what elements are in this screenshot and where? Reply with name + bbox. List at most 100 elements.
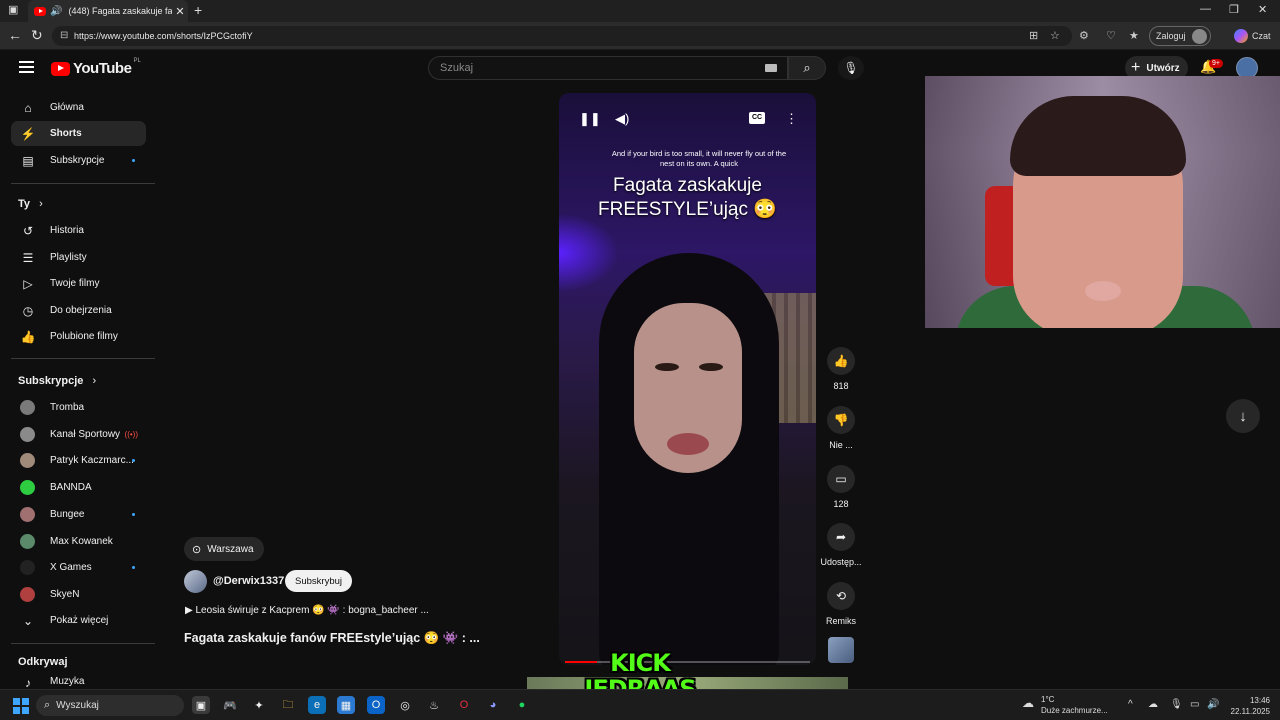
sidebar-item-your-videos[interactable]: ▷ Twoje filmy — [11, 271, 146, 296]
sidebar-item-playlists[interactable]: ☰ Playlisty — [11, 245, 146, 270]
sidebar-item-subscriptions[interactable]: ▤ Subskrypcje — [11, 148, 146, 173]
task-view-icon[interactable]: ▣ — [192, 696, 210, 714]
browser-tab[interactable]: 🔊 (448) Fagata zaskakuje fanó ✕ — [28, 0, 188, 22]
weather-widget[interactable]: ☁ 1°C Duże zachmurze... — [1022, 694, 1108, 716]
mic-icon[interactable]: 🎙 — [1170, 699, 1183, 710]
minimize-icon[interactable]: — — [1200, 3, 1211, 15]
subscription-item[interactable]: SkyeN — [11, 582, 146, 607]
search-button[interactable]: ⌕ — [788, 56, 826, 80]
taskbar-search-label: Wyszukaj — [56, 700, 99, 711]
spotify-icon[interactable]: ● — [513, 696, 531, 714]
opera-icon[interactable]: O — [455, 696, 473, 714]
extensions-icon[interactable]: ⚙ — [1079, 29, 1089, 42]
subscription-item[interactable]: Tromba — [11, 395, 146, 420]
close-window-icon[interactable]: ✕ — [1258, 3, 1267, 16]
you-section-heading[interactable]: Ty › — [18, 198, 43, 210]
channel-avatar[interactable] — [184, 570, 207, 593]
subscription-item[interactable]: X Games — [11, 555, 146, 580]
tray-chevron-icon[interactable]: ^ — [1128, 699, 1133, 710]
webcam-overlay — [925, 76, 1280, 328]
chat-label: Czat — [1252, 31, 1271, 41]
sidebar-item-watch-later[interactable]: ◷ Do obejrzenia — [11, 298, 146, 323]
subscription-item[interactable]: Kanał Sportowy ((•)) — [11, 422, 146, 447]
shorts-video-player[interactable]: ❚❚ ◀) CC ⋮ And if your bird is too small… — [559, 93, 816, 665]
copilot-icon — [1234, 29, 1248, 43]
chrome-icon[interactable]: ◎ — [396, 696, 414, 714]
sidebar-item-music[interactable]: ♪ Muzyka — [11, 676, 146, 689]
favorite-star-icon[interactable]: ☆ — [1050, 29, 1060, 42]
sidebar-item-shorts[interactable]: ⚡ Shorts — [11, 121, 146, 146]
subscription-item[interactable]: Max Kowanek — [11, 529, 146, 554]
more-options-icon[interactable]: ⋮ — [785, 111, 798, 127]
system-clock[interactable]: 13:46 22.11.2025 — [1228, 695, 1270, 717]
file-explorer-icon[interactable]: 🗀 — [279, 696, 297, 714]
location-chip[interactable]: ⊙ Warszawa — [184, 537, 264, 561]
taskbar-search[interactable]: ⌕ Wyszukaj — [36, 695, 184, 716]
reload-icon[interactable]: ↻ — [31, 27, 43, 44]
browser-essentials-icon[interactable]: ♡ — [1106, 29, 1116, 42]
volume-icon[interactable]: 🔊 — [1207, 699, 1219, 710]
favorites-icon[interactable]: ★ — [1129, 29, 1139, 42]
menu-icon[interactable] — [19, 61, 34, 73]
network-icon[interactable]: ▭ — [1190, 699, 1199, 710]
like-button[interactable]: 👍 818 — [822, 347, 860, 391]
remix-label: Remiks — [825, 616, 856, 626]
subscriptions-section-heading[interactable]: Subskrypcje › — [18, 375, 96, 387]
arrow-down-icon: ↓ — [1239, 407, 1247, 425]
remix-button[interactable]: ⟲ Remiks — [822, 582, 860, 626]
search-input[interactable]: Szukaj — [428, 56, 788, 80]
captions-button[interactable]: CC — [749, 112, 765, 124]
login-button[interactable]: Zaloguj — [1149, 26, 1211, 46]
dislike-button[interactable]: 👎 Nie ... — [822, 406, 860, 450]
subscription-item[interactable]: Patryk Kaczmarc... — [11, 448, 146, 473]
create-label: Utwórz — [1146, 62, 1180, 74]
subscription-label: Tromba — [50, 402, 85, 413]
subscription-label: Max Kowanek — [50, 535, 113, 547]
channel-name[interactable]: @Derwix1337 — [213, 575, 284, 587]
window-menu-icon[interactable]: ▣ — [8, 3, 18, 16]
video-title[interactable]: Fagata zaskakuje fanów FREEstyle’ując 😳 … — [184, 631, 480, 646]
discord-icon[interactable]: ◕ — [484, 696, 502, 714]
site-info-icon[interactable]: ⊟ — [60, 30, 68, 41]
volume-icon[interactable]: ◀) — [615, 111, 629, 127]
sidebar-item-history[interactable]: ↺ Historia — [11, 218, 146, 243]
app-available-icon[interactable]: ⊞ — [1029, 29, 1038, 42]
back-icon[interactable]: ← — [8, 27, 22, 43]
outlook-icon[interactable]: O — [367, 696, 385, 714]
subscription-label: Bungee — [50, 508, 85, 520]
notifications-badge: 9+ — [1209, 59, 1223, 68]
playlist-link[interactable]: ▶ Leosia świruje z Kacprem 😳 👾 : bogna_b… — [185, 605, 429, 616]
youtube-play-icon — [51, 61, 70, 76]
store-icon[interactable]: ▦ — [337, 696, 355, 714]
purple-light — [559, 213, 619, 293]
mic-icon: 🎙 — [843, 61, 859, 75]
windows-start-icon[interactable] — [13, 698, 29, 714]
speaker-icon[interactable]: 🔊 — [50, 6, 62, 17]
share-button[interactable]: ➦ Udostęp... — [818, 523, 864, 567]
subscription-item[interactable]: Bungee — [11, 502, 146, 527]
steam-icon[interactable]: ♨ — [425, 696, 443, 714]
edge-icon[interactable]: e — [308, 696, 326, 714]
new-tab-icon[interactable]: + — [194, 2, 202, 18]
game-icon[interactable]: 🎮 — [221, 696, 239, 714]
pause-icon[interactable]: ❚❚ — [579, 111, 601, 127]
comments-button[interactable]: ▭ 128 — [822, 465, 860, 509]
clock-time: 13:46 — [1249, 696, 1270, 705]
url-field[interactable]: ⊟ https://www.youtube.com/shorts/IzPCGct… — [52, 26, 1072, 46]
voice-search-button[interactable]: 🎙 — [838, 56, 864, 80]
sidebar-item-show-more[interactable]: ⌄ Pokaż więcej — [11, 608, 146, 633]
onedrive-icon[interactable]: ☁ — [1148, 699, 1158, 710]
close-tab-icon[interactable]: ✕ — [172, 5, 188, 18]
youtube-logo[interactable]: YouTube PL — [51, 58, 141, 77]
sidebar-item-liked[interactable]: 👍 Polubione filmy — [11, 324, 146, 349]
sidebar-item-home[interactable]: ⌂ Główna — [11, 95, 146, 120]
channel-avatar — [20, 560, 35, 576]
restore-icon[interactable]: ❐ — [1229, 3, 1239, 16]
subscription-item[interactable]: BANNDA — [11, 475, 146, 500]
copilot-chat-button[interactable]: Czat — [1234, 29, 1271, 43]
subscribe-button[interactable]: Subskrybuj — [285, 570, 352, 592]
sound-thumbnail[interactable] — [828, 637, 854, 663]
next-short-button[interactable]: ↓ — [1226, 399, 1260, 433]
keyboard-icon[interactable] — [765, 64, 777, 72]
copilot-icon[interactable]: ✦ — [250, 696, 268, 714]
